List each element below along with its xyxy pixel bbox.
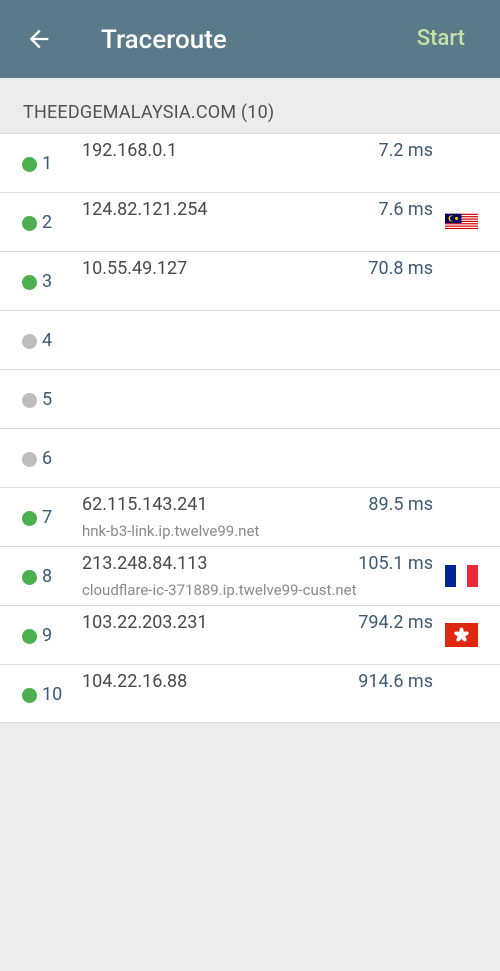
hop-row[interactable]: 8 213.248.84.113 105.1 ms cloudflare-ic-… — [0, 546, 500, 605]
hop-number: 4 — [42, 330, 53, 351]
hop-number: 2 — [42, 212, 53, 233]
hop-ip: 213.248.84.113 — [82, 553, 208, 574]
page-title: Traceroute — [101, 25, 227, 55]
status-dot — [22, 452, 37, 467]
france-flag-icon — [445, 564, 478, 588]
hop-row[interactable]: 3 10.55.49.127 70.8 ms — [0, 251, 500, 310]
hop-number: 7 — [42, 507, 53, 528]
hop-latency: 914.6 ms — [358, 671, 433, 692]
hop-ip: 62.115.143.241 — [82, 494, 208, 515]
malaysia-flag-icon — [445, 210, 478, 234]
hop-row[interactable]: 9 103.22.203.231 794.2 ms — [0, 605, 500, 664]
hop-row[interactable]: 1 192.168.0.1 7.2 ms — [0, 133, 500, 192]
hop-list: 1 192.168.0.1 7.2 ms 2 124.82.121.254 7.… — [0, 133, 500, 723]
hop-hostname: cloudflare-ic-371889.ip.twelve99-cust.ne… — [82, 581, 357, 599]
start-button[interactable]: Start — [417, 26, 465, 51]
hop-latency: 7.6 ms — [378, 199, 433, 220]
status-dot — [22, 570, 37, 585]
status-dot — [22, 275, 37, 290]
hong-kong-flag-icon — [445, 623, 478, 647]
hop-hostname: hnk-b3-link.ip.twelve99.net — [82, 522, 260, 540]
hop-ip: 192.168.0.1 — [82, 140, 178, 161]
hop-number: 3 — [42, 271, 53, 292]
status-dot — [22, 393, 37, 408]
status-dot — [22, 216, 37, 231]
hop-row[interactable]: 6 — [0, 428, 500, 487]
hop-number: 5 — [42, 389, 53, 410]
hop-number: 6 — [42, 448, 53, 469]
hop-ip: 103.22.203.231 — [82, 612, 208, 633]
hop-number: 1 — [42, 153, 53, 174]
back-button[interactable] — [24, 24, 54, 54]
hop-latency: 7.2 ms — [378, 140, 433, 161]
hop-latency: 89.5 ms — [368, 494, 433, 515]
hop-latency: 70.8 ms — [368, 258, 433, 279]
hop-row[interactable]: 5 — [0, 369, 500, 428]
hop-ip: 10.55.49.127 — [82, 258, 188, 279]
status-dot — [22, 511, 37, 526]
hop-latency: 105.1 ms — [358, 553, 433, 574]
section-header: THEEDGEMALAYSIA.COM (10) — [0, 78, 500, 133]
hop-number: 9 — [42, 625, 53, 646]
status-dot — [22, 334, 37, 349]
app-bar: Traceroute Start — [0, 0, 500, 78]
hop-number: 10 — [42, 684, 63, 705]
status-dot — [22, 688, 37, 703]
hop-row[interactable]: 4 — [0, 310, 500, 369]
hop-ip: 124.82.121.254 — [82, 199, 208, 220]
hop-row[interactable]: 7 62.115.143.241 89.5 ms hnk-b3-link.ip.… — [0, 487, 500, 546]
hop-row[interactable]: 2 124.82.121.254 7.6 ms — [0, 192, 500, 251]
hop-latency: 794.2 ms — [358, 612, 433, 633]
status-dot — [22, 157, 37, 172]
hop-ip: 104.22.16.88 — [82, 671, 188, 692]
status-dot — [22, 629, 37, 644]
arrow-left-icon — [29, 29, 49, 49]
hop-number: 8 — [42, 566, 53, 587]
hop-row[interactable]: 10 104.22.16.88 914.6 ms — [0, 664, 500, 723]
